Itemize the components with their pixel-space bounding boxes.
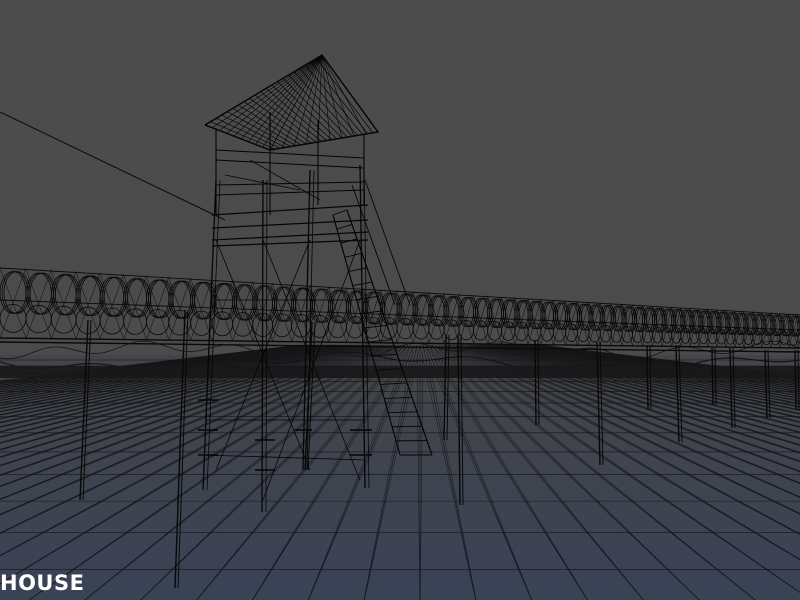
tower-stair-step	[392, 425, 423, 428]
fence-post	[534, 339, 537, 426]
fence-post	[646, 344, 649, 411]
wireframe-scene	[0, 0, 800, 600]
3d-viewport[interactable]: HOUSE	[0, 0, 800, 600]
fence-post	[711, 347, 714, 406]
fence-post	[794, 349, 797, 411]
watermark-logo: HOUSE	[0, 571, 85, 595]
